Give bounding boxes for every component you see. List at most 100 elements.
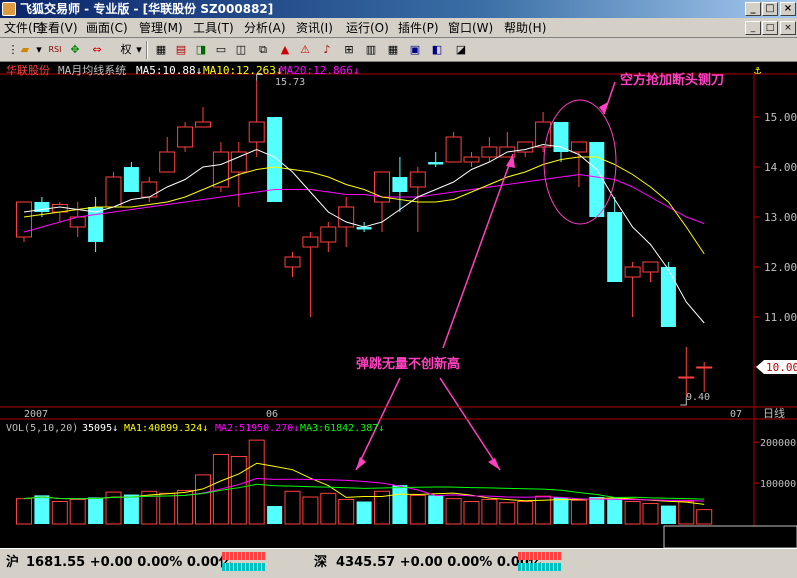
- candle-up: [481, 146, 498, 158]
- price-tick-label: 13.00: [764, 211, 797, 224]
- menu-plugins[interactable]: 插件(P): [398, 20, 439, 36]
- arrows-icon[interactable]: ⇔: [88, 41, 106, 59]
- candles: [16, 74, 713, 406]
- highlight-ellipse: [543, 99, 617, 225]
- volume-bar-down: [589, 497, 605, 524]
- menu-analysis[interactable]: 分析(A): [244, 20, 286, 36]
- report-icon[interactable]: ◨: [192, 41, 210, 59]
- bell-icon[interactable]: ♪: [318, 41, 336, 59]
- table-icon[interactable]: ▦: [152, 41, 170, 59]
- candle-up: [642, 261, 659, 273]
- price-axis: 10.0011.0012.0013.0014.0015.0010.00: [754, 111, 797, 374]
- candle-up: [463, 156, 480, 163]
- candle-up: [624, 266, 641, 278]
- minichart-icon[interactable]: ◪: [452, 41, 470, 59]
- candle-down: [607, 212, 623, 282]
- alert-icon[interactable]: ▲: [276, 41, 294, 59]
- vol-value: 35095↓: [82, 423, 118, 434]
- rsi-icon[interactable]: RSI: [46, 41, 64, 59]
- data-icon[interactable]: ◧: [428, 41, 446, 59]
- date-label-06: 06: [266, 409, 278, 420]
- mdi-restore-button[interactable]: □: [762, 21, 778, 35]
- price-grid: [0, 73, 797, 548]
- candle-up: [570, 141, 587, 153]
- candle-up: [678, 376, 695, 379]
- volume-bar-up: [69, 498, 86, 525]
- volume-bar-down: [123, 494, 139, 524]
- volume-bar-up: [678, 501, 695, 525]
- ma10-value: MA10:12.263↓: [203, 64, 282, 77]
- toolbar-divider: [146, 41, 148, 59]
- volume-bar-up: [624, 501, 641, 525]
- arrow-down-right: [439, 377, 501, 471]
- pin-icon[interactable]: ⚓: [754, 63, 762, 77]
- calculator-icon[interactable]: ▤: [172, 41, 190, 59]
- candle-down: [428, 162, 444, 165]
- ma5-value: MA5:10.88↓: [136, 64, 202, 77]
- price-tick-label: 15.00: [764, 111, 797, 124]
- move-icon[interactable]: ✥: [66, 41, 84, 59]
- candle-up: [445, 136, 462, 163]
- menu-manage[interactable]: 管理(M): [139, 20, 183, 36]
- maximize-button[interactable]: □: [762, 2, 778, 16]
- stock-chart[interactable]: 华联股份 MA月均线系统 MA5:10.88↓ MA10:12.263↓ MA2…: [0, 62, 797, 548]
- low-label: 9.40: [686, 392, 710, 403]
- minimize-button[interactable]: _: [745, 2, 761, 16]
- period-unit: 日线: [763, 406, 785, 420]
- vol-ma3: MA3:61842.387↓: [300, 423, 384, 434]
- arrow-up: [442, 153, 514, 349]
- book-icon[interactable]: ◫: [232, 41, 250, 59]
- info-box: [663, 525, 797, 548]
- candle-up: [409, 171, 426, 188]
- volume-bar-up: [517, 501, 534, 525]
- search-window-icon[interactable]: ⧉: [254, 41, 272, 59]
- warning-icon[interactable]: ⚠: [296, 41, 314, 59]
- arrow-top: [603, 81, 616, 115]
- annotation-middle: 弹跳无量不创新高: [356, 356, 460, 372]
- info-icon[interactable]: ▣: [406, 41, 424, 59]
- volume-bar-down: [34, 495, 50, 524]
- volume-bar-up: [302, 496, 319, 525]
- menu-screen[interactable]: 画面(C): [86, 20, 128, 36]
- volume-bar-up: [159, 492, 176, 525]
- list-icon[interactable]: ▥: [362, 41, 380, 59]
- price-tick-label: 14.00: [764, 161, 797, 174]
- date-label-07: 07: [730, 409, 742, 420]
- menu-bar: 文件(F) 查看(V) 画面(C) 管理(M) 工具(T) 分析(A) 资讯(I…: [0, 18, 797, 38]
- volume-bar-up: [195, 474, 211, 525]
- annotation-arrows: [355, 81, 617, 471]
- candle-down: [660, 267, 676, 327]
- window-title: 飞狐交易师 - 专业版 - [华联股份 SZ000882]: [20, 2, 274, 16]
- document-icon[interactable]: ▭: [212, 41, 230, 59]
- menu-tools[interactable]: 工具(T): [193, 20, 234, 36]
- close-button[interactable]: ×: [780, 2, 796, 16]
- vol-ma2: MA2:51950.270↓: [215, 423, 299, 434]
- candle-up: [159, 151, 176, 173]
- volume-bar-up: [320, 492, 337, 525]
- menu-news[interactable]: 资讯(I): [296, 20, 333, 36]
- sz-up-bar: [518, 552, 562, 560]
- candle-up: [696, 366, 713, 369]
- stock-name: 华联股份: [6, 63, 50, 77]
- volume-bar-up: [570, 499, 587, 525]
- chart-icon[interactable]: ⊞: [340, 41, 358, 59]
- candle-down: [123, 167, 139, 192]
- toolbar: ⋮ ▰ ▾ RSI ✥ ⇔ 权 ▾ ▦ ▤ ◨ ▭ ◫ ⧉ ▲ ⚠ ♪ ⊞ ▥ …: [0, 38, 797, 62]
- candle-up: [248, 121, 265, 143]
- menu-view[interactable]: 查看(V): [36, 20, 78, 36]
- grid-icon[interactable]: ▦: [384, 41, 402, 59]
- volume-bar-up: [481, 498, 498, 525]
- volume-bar-down: [660, 505, 676, 524]
- menu-window[interactable]: 窗口(W): [448, 20, 493, 36]
- sz-index-value: 4345.57 +0.00 0.00% 0.00亿: [336, 555, 542, 570]
- menu-help[interactable]: 帮助(H): [504, 20, 546, 36]
- ma20-value: MA20:12.866↓: [280, 64, 359, 77]
- mdi-minimize-button[interactable]: _: [745, 21, 761, 35]
- mdi-close-button[interactable]: ×: [780, 21, 796, 35]
- volume-bar-up: [445, 498, 462, 525]
- current-price-label: 10.00: [766, 361, 797, 374]
- volume-bar-up: [499, 502, 516, 525]
- volume-bar-up: [338, 498, 355, 525]
- sz-index-label: 深: [314, 555, 328, 570]
- menu-run[interactable]: 运行(O): [346, 20, 389, 36]
